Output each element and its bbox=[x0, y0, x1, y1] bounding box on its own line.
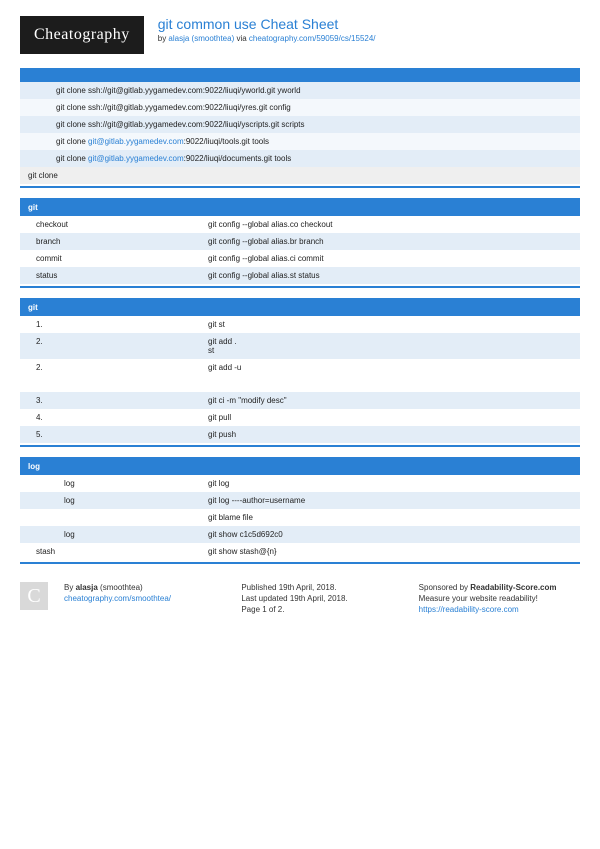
avatar: C bbox=[20, 582, 48, 610]
footer-meta-block: Published 19th April, 2018. Last updated… bbox=[241, 582, 402, 616]
step-num: 1. bbox=[28, 320, 208, 329]
updated-date: Last updated 19th April, 2018. bbox=[241, 593, 402, 604]
clone-post: :9022/liuqi/tools.git tools bbox=[184, 137, 269, 146]
log-label: log bbox=[28, 496, 208, 505]
alias-cmd: git config --global alias.ci commit bbox=[208, 254, 572, 263]
alias-name: checkout bbox=[28, 220, 208, 229]
by-label: By bbox=[64, 583, 76, 592]
step-cmd: git ci -m "modify desc" bbox=[208, 396, 572, 405]
section-git-alias: git checkoutgit config --global alias.co… bbox=[20, 198, 580, 288]
table-row: 2.git add -u bbox=[20, 359, 580, 392]
step-cmd: git add .st bbox=[208, 337, 572, 355]
footer-author-block: By alasja (smoothtea) cheatography.com/s… bbox=[64, 582, 225, 616]
alias-cmd: git config --global alias.co checkout bbox=[208, 220, 572, 229]
table-row: 3.git ci -m "modify desc" bbox=[20, 392, 580, 409]
clone-row: git clone ssh://git@gitlab.yygamedev.com… bbox=[20, 116, 580, 133]
page-footer: C By alasja (smoothtea) cheatography.com… bbox=[20, 574, 580, 616]
step-num: 4. bbox=[28, 413, 208, 422]
footer-author: alasja bbox=[76, 583, 98, 592]
sponsor-desc: Measure your website readability! bbox=[419, 593, 580, 604]
section-clone: git clone ssh://git@gitlab.yygamedev.com… bbox=[20, 68, 580, 188]
section-heading: git bbox=[20, 198, 580, 216]
clone-pre: git clone bbox=[56, 154, 88, 163]
source-url-link[interactable]: cheatography.com/59059/cs/15524/ bbox=[249, 34, 376, 43]
log-label bbox=[28, 513, 208, 522]
clone-row: git clone git@gitlab.yygamedev.com:9022/… bbox=[20, 133, 580, 150]
alias-cmd: git config --global alias.br branch bbox=[208, 237, 572, 246]
log-cmd: git log ----author=username bbox=[208, 496, 572, 505]
clone-link[interactable]: git@gitlab.yygamedev.com bbox=[88, 154, 184, 163]
table-row: checkoutgit config --global alias.co che… bbox=[20, 216, 580, 233]
table-row: 1.git st bbox=[20, 316, 580, 333]
clone-pre: git clone bbox=[56, 137, 88, 146]
clone-post: :9022/liuqi/documents.git tools bbox=[184, 154, 292, 163]
author-profile-link[interactable]: cheatography.com/smoothtea/ bbox=[64, 594, 171, 603]
step-num: 5. bbox=[28, 430, 208, 439]
alias-name: commit bbox=[28, 254, 208, 263]
table-row: statusgit config --global alias.st statu… bbox=[20, 267, 580, 284]
log-label: log bbox=[28, 479, 208, 488]
clone-link[interactable]: git@gitlab.yygamedev.com bbox=[88, 137, 184, 146]
section-heading: git bbox=[20, 298, 580, 316]
table-row: loggit log bbox=[20, 475, 580, 492]
table-row: commitgit config --global alias.ci commi… bbox=[20, 250, 580, 267]
footer-sponsor-block: Sponsored by Readability-Score.com Measu… bbox=[419, 582, 580, 616]
page-title: git common use Cheat Sheet bbox=[158, 16, 580, 32]
step-cmd: git add -u bbox=[208, 363, 572, 372]
log-cmd: git show stash@{n} bbox=[208, 547, 572, 556]
log-cmd: git show c1c5d692c0 bbox=[208, 530, 572, 539]
table-row: branchgit config --global alias.br branc… bbox=[20, 233, 580, 250]
clone-row: git clone ssh://git@gitlab.yygamedev.com… bbox=[20, 82, 580, 99]
section-heading: log bbox=[20, 457, 580, 475]
table-row: git blame file bbox=[20, 509, 580, 526]
page-number: Page 1 of 2. bbox=[241, 604, 402, 615]
step-cmd: git push bbox=[208, 430, 572, 439]
footer-author-paren: (smoothtea) bbox=[98, 583, 143, 592]
table-row: loggit log ----author=username bbox=[20, 492, 580, 509]
section-heading-empty bbox=[20, 68, 580, 82]
clone-row: git clone git@gitlab.yygamedev.com:9022/… bbox=[20, 150, 580, 167]
page-header: Cheatography git common use Cheat Sheet … bbox=[20, 16, 580, 54]
sponsor-link[interactable]: https://readability-score.com bbox=[419, 605, 519, 614]
sponsor-label: Sponsored by bbox=[419, 583, 471, 592]
author-link[interactable]: alasja (smoothtea) bbox=[168, 34, 234, 43]
clone-text: git clone ssh://git@gitlab.yygamedev.com… bbox=[28, 120, 305, 129]
log-label: stash bbox=[28, 547, 208, 556]
section-log: log loggit log loggit log ----author=use… bbox=[20, 457, 580, 564]
section-footer-note: git clone bbox=[20, 167, 580, 184]
log-cmd: git log bbox=[208, 479, 572, 488]
step-num: 2. bbox=[28, 363, 208, 372]
byline-prefix: by bbox=[158, 34, 169, 43]
log-cmd: git blame file bbox=[208, 513, 572, 522]
table-row: 2.git add .st bbox=[20, 333, 580, 359]
alias-name: branch bbox=[28, 237, 208, 246]
table-row: 4.git pull bbox=[20, 409, 580, 426]
byline-via: via bbox=[234, 34, 249, 43]
step-cmd: git st bbox=[208, 320, 572, 329]
alias-cmd: git config --global alias.st status bbox=[208, 271, 572, 280]
log-label: log bbox=[28, 530, 208, 539]
byline: by alasja (smoothtea) via cheatography.c… bbox=[158, 34, 580, 43]
sponsor-name: Readability-Score.com bbox=[470, 583, 556, 592]
table-row: loggit show c1c5d692c0 bbox=[20, 526, 580, 543]
step-num: 3. bbox=[28, 396, 208, 405]
logo: Cheatography bbox=[20, 16, 144, 54]
table-row: 5.git push bbox=[20, 426, 580, 443]
step-num: 2. bbox=[28, 337, 208, 355]
table-row: stashgit show stash@{n} bbox=[20, 543, 580, 560]
clone-row: git clone ssh://git@gitlab.yygamedev.com… bbox=[20, 99, 580, 116]
alias-name: status bbox=[28, 271, 208, 280]
clone-text: git clone ssh://git@gitlab.yygamedev.com… bbox=[28, 86, 301, 95]
step-cmd: git pull bbox=[208, 413, 572, 422]
clone-text: git clone ssh://git@gitlab.yygamedev.com… bbox=[28, 103, 291, 112]
published-date: Published 19th April, 2018. bbox=[241, 582, 402, 593]
section-git-steps: git 1.git st 2.git add .st 2.git add -u … bbox=[20, 298, 580, 447]
